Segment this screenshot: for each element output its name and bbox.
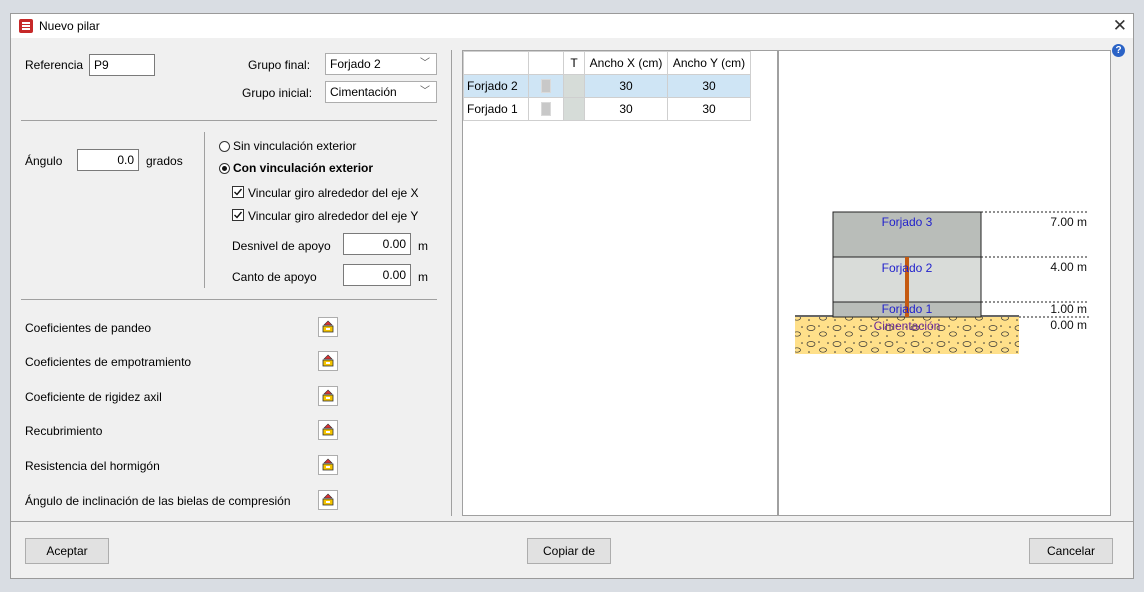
edit-icon xyxy=(322,354,334,367)
coef-rigidez-label: Coeficiente de rigidez axil xyxy=(25,390,162,404)
accept-button[interactable]: Aceptar xyxy=(25,538,109,564)
radio-sin-vinculacion[interactable] xyxy=(219,141,230,152)
help-icon[interactable]: ? xyxy=(1112,44,1125,57)
row-ancho-x[interactable]: 30 xyxy=(584,97,668,121)
edit-recubrimiento-button[interactable] xyxy=(318,420,338,440)
column-preview: Forjado 3 Forjado 2 Forjado 1 Cimentació… xyxy=(778,50,1111,516)
recubrimiento-label: Recubrimiento xyxy=(25,424,103,438)
bielas-label: Ángulo de inclinación de las bielas de c… xyxy=(25,494,291,508)
chevron-down-icon: ﹀ xyxy=(420,86,430,97)
edit-icon xyxy=(322,320,334,333)
table-row[interactable]: Forjado 2 30 30 xyxy=(463,74,751,98)
row-name[interactable]: Forjado 1 xyxy=(463,97,529,121)
table-row[interactable]: Forjado 1 30 30 xyxy=(463,97,751,121)
divider-vertical xyxy=(204,132,205,288)
desnivel-input[interactable]: 0.00 xyxy=(343,233,411,255)
level-label-cimentacion: Cimentación xyxy=(874,319,941,333)
checkmark-icon xyxy=(234,188,243,196)
level-label-forjado-1: Forjado 1 xyxy=(882,302,933,316)
canto-input[interactable]: 0.00 xyxy=(343,264,411,286)
table-header-row: T Ancho X (cm) Ancho Y (cm) xyxy=(463,51,751,75)
title-bar: Nuevo pilar ✕ xyxy=(11,14,1133,38)
referencia-input[interactable]: P9 xyxy=(89,54,155,76)
edit-icon xyxy=(322,423,334,436)
divider xyxy=(21,120,437,121)
edit-icon xyxy=(322,493,334,506)
radio-con-label: Con vinculación exterior xyxy=(233,161,374,175)
referencia-label: Referencia xyxy=(25,58,84,72)
col-header-ancho-y: Ancho Y (cm) xyxy=(667,51,751,75)
resistencia-label: Resistencia del hormigón xyxy=(25,459,160,473)
divider xyxy=(11,521,1133,522)
color-swatch xyxy=(541,79,551,94)
grupo-inicial-value: Cimentación xyxy=(330,85,397,99)
desnivel-unit: m xyxy=(418,239,428,253)
edit-resistencia-button[interactable] xyxy=(318,455,338,475)
col-header-name xyxy=(463,51,529,75)
row-color-cell[interactable] xyxy=(528,74,564,98)
level-label-forjado-3: Forjado 3 xyxy=(882,215,933,229)
elevation-0: 0.00 m xyxy=(1050,318,1087,332)
sections-table: T Ancho X (cm) Ancho Y (cm) Forjado 2 30… xyxy=(463,51,751,121)
elevation-7: 7.00 m xyxy=(1050,215,1087,229)
window-title: Nuevo pilar xyxy=(39,19,100,33)
grupo-final-select[interactable]: Forjado 2 ﹀ xyxy=(325,53,437,75)
edit-empotramiento-button[interactable] xyxy=(318,351,338,371)
row-name[interactable]: Forjado 2 xyxy=(463,74,529,98)
check-y-label: Vincular giro alrededor del eje Y xyxy=(248,209,419,223)
angulo-unit: grados xyxy=(146,154,183,168)
angulo-input[interactable]: 0.0 xyxy=(77,149,139,171)
check-x-label: Vincular giro alrededor del eje X xyxy=(248,186,419,200)
divider-vertical xyxy=(451,50,452,516)
row-ancho-y[interactable]: 30 xyxy=(667,97,751,121)
edit-icon xyxy=(322,389,334,402)
row-t-cell[interactable] xyxy=(563,74,585,98)
cancel-button[interactable]: Cancelar xyxy=(1029,538,1113,564)
preview-drawing: Forjado 3 Forjado 2 Forjado 1 Cimentació… xyxy=(795,211,1089,354)
divider xyxy=(21,299,437,300)
close-icon[interactable]: ✕ xyxy=(1113,16,1127,36)
checkmark-icon xyxy=(234,211,243,219)
elevation-1: 1.00 m xyxy=(1050,302,1087,316)
canto-unit: m xyxy=(418,270,428,284)
grupo-inicial-select[interactable]: Cimentación ﹀ xyxy=(325,81,437,103)
edit-bielas-button[interactable] xyxy=(318,490,338,510)
edit-rigidez-button[interactable] xyxy=(318,386,338,406)
sections-grid: T Ancho X (cm) Ancho Y (cm) Forjado 2 30… xyxy=(462,50,778,516)
col-header-color xyxy=(528,51,564,75)
color-swatch xyxy=(541,102,551,117)
canto-label: Canto de apoyo xyxy=(232,270,317,284)
grupo-inicial-label: Grupo inicial: xyxy=(242,86,313,100)
new-column-dialog: Nuevo pilar ✕ ? Referencia P9 Grupo fina… xyxy=(10,13,1134,579)
row-t-cell[interactable] xyxy=(563,97,585,121)
grupo-final-value: Forjado 2 xyxy=(330,57,381,71)
row-ancho-x[interactable]: 30 xyxy=(584,74,668,98)
radio-sin-label: Sin vinculación exterior xyxy=(233,139,357,153)
check-vincular-y[interactable] xyxy=(232,209,244,221)
row-color-cell[interactable] xyxy=(528,97,564,121)
chevron-down-icon: ﹀ xyxy=(420,58,430,69)
col-header-ancho-x: Ancho X (cm) xyxy=(584,51,668,75)
coef-empotramiento-label: Coeficientes de empotramiento xyxy=(25,355,192,369)
coef-pandeo-label: Coeficientes de pandeo xyxy=(25,321,152,335)
copy-from-button[interactable]: Copiar de xyxy=(527,538,611,564)
col-header-t: T xyxy=(563,51,585,75)
level-label-forjado-2: Forjado 2 xyxy=(882,261,933,275)
edit-pandeo-button[interactable] xyxy=(318,317,338,337)
edit-icon xyxy=(322,458,334,471)
check-vincular-x[interactable] xyxy=(232,186,244,198)
radio-con-vinculacion[interactable] xyxy=(219,163,230,174)
desnivel-label: Desnivel de apoyo xyxy=(232,239,331,253)
grupo-final-label: Grupo final: xyxy=(248,58,311,72)
app-icon xyxy=(19,19,33,33)
angulo-label: Ángulo xyxy=(25,154,63,168)
elevation-4: 4.00 m xyxy=(1050,260,1087,274)
row-ancho-y[interactable]: 30 xyxy=(667,74,751,98)
